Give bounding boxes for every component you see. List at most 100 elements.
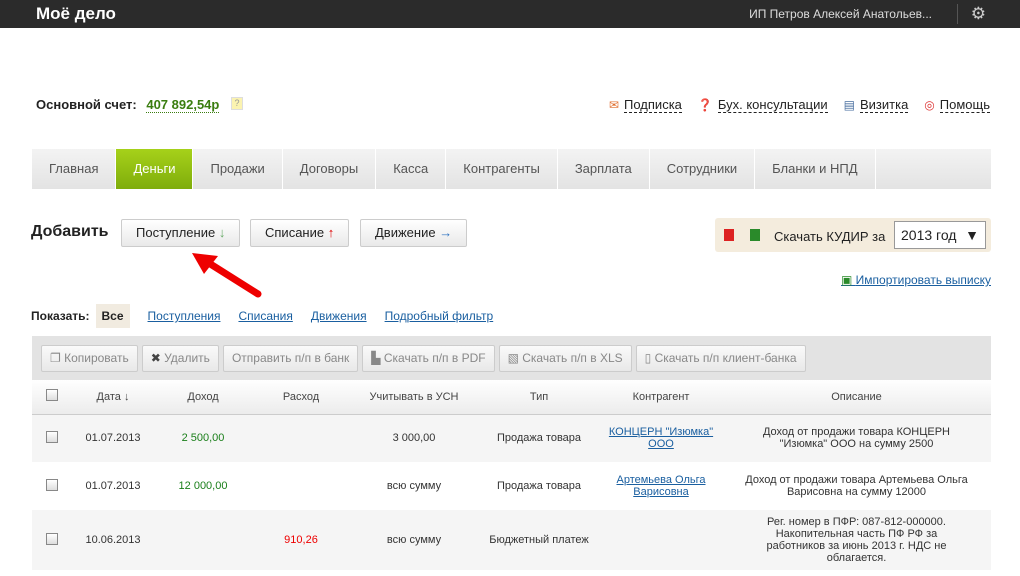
envelope-icon: ✉	[608, 98, 620, 112]
col-income[interactable]: Доход	[154, 380, 252, 415]
download-kudir-link[interactable]: Скачать КУДИР за	[774, 229, 885, 244]
top-bar: Моё дело ИП Петров Алексей Анатольев... …	[0, 0, 1020, 28]
filter-income[interactable]: Поступления	[148, 309, 221, 323]
year-select[interactable]: 2013 год ▼	[894, 221, 986, 249]
send-to-bank-button[interactable]: Отправить п/п в банк	[222, 345, 359, 372]
copy-button[interactable]: ❐ Копировать	[41, 345, 138, 372]
description: Доход от продажи товара КОНЦЕРН "Изюмка"…	[722, 414, 991, 462]
download-xls-button[interactable]: ▧ Скачать п/п в XLS	[498, 345, 632, 372]
import-statement-link[interactable]: ▣ Импортировать выписку	[841, 273, 991, 287]
col-usn[interactable]: Учитывать в УСН	[350, 380, 478, 415]
arrow-up-icon: ↑	[327, 225, 335, 240]
table-row[interactable]: 01.07.2013 12 000,00 всю сумму Продажа т…	[32, 462, 991, 510]
type: Продажа товара	[478, 414, 600, 462]
row-checkbox[interactable]	[32, 510, 72, 570]
download-client-bank-button[interactable]: ▯ Скачать п/п клиент-банка	[635, 345, 806, 372]
button-label: Поступление	[136, 225, 216, 240]
button-label: Скачать п/п в PDF	[383, 351, 486, 365]
contractor-link[interactable]: Артемьева Ольга Варисовна	[616, 474, 705, 498]
col-contractor[interactable]: Контрагент	[600, 380, 722, 415]
link-label[interactable]: Визитка	[859, 97, 909, 113]
help-icon[interactable]: ?	[230, 97, 243, 110]
lifebuoy-icon: ◎	[924, 98, 935, 112]
transactions-table: Дата ↓ Доход Расход Учитывать в УСН Тип …	[32, 380, 991, 570]
arrow-right-icon: →	[439, 225, 453, 240]
tab-sales[interactable]: Продажи	[193, 149, 283, 189]
main-nav: Главная Деньги Продажи Договоры Касса Ко…	[32, 149, 991, 189]
add-transfer-button[interactable]: Движение →	[360, 219, 468, 247]
gear-icon[interactable]: ⚙	[971, 4, 986, 24]
add-expense-button[interactable]: Списание ↑	[250, 219, 350, 247]
button-label: Удалить	[164, 351, 210, 365]
income: 12 000,00	[154, 462, 252, 510]
table-row[interactable]: 01.07.2013 2 500,00 3 000,00 Продажа тов…	[32, 414, 991, 462]
row-checkbox[interactable]	[32, 462, 72, 510]
filter-all[interactable]: Все	[95, 304, 130, 328]
user-name[interactable]: ИП Петров Алексей Анатольев...	[749, 7, 932, 21]
link-help[interactable]: ◎ Помощь	[924, 97, 990, 113]
button-label: Копировать	[64, 351, 129, 365]
tab-contracts[interactable]: Договоры	[283, 149, 377, 189]
kudir-panel: Скачать КУДИР за 2013 год ▼	[715, 218, 991, 252]
button-label: Движение	[375, 225, 436, 240]
col-description[interactable]: Описание	[722, 380, 991, 415]
filter-expense[interactable]: Списания	[238, 309, 292, 323]
usn: всю сумму	[350, 462, 478, 510]
tab-employees[interactable]: Сотрудники	[650, 149, 756, 189]
year-value: 2013 год	[901, 227, 957, 243]
logo[interactable]: Моё дело	[36, 4, 116, 24]
col-expense[interactable]: Расход	[252, 380, 350, 415]
col-date[interactable]: Дата ↓	[72, 380, 154, 415]
usn: 3 000,00	[350, 414, 478, 462]
delete-icon: ✖	[150, 351, 165, 365]
account-label: Основной счет:	[36, 97, 137, 112]
select-all-checkbox[interactable]	[32, 380, 72, 415]
question-icon: ❓	[697, 98, 713, 112]
tab-cash[interactable]: Касса	[376, 149, 447, 189]
type: Бюджетный платеж	[478, 510, 600, 570]
table-header: Дата ↓ Доход Расход Учитывать в УСН Тип …	[32, 380, 991, 415]
button-label: Скачать п/п в XLS	[522, 351, 623, 365]
link-subscription[interactable]: ✉ Подписка	[608, 97, 682, 113]
download-pdf-button[interactable]: ▙ Скачать п/п в PDF	[362, 345, 495, 372]
card-icon: ▤	[843, 98, 855, 112]
tab-main[interactable]: Главная	[32, 149, 117, 189]
filter-bar: Показать: Все Поступления Списания Движе…	[31, 304, 493, 328]
tab-forms[interactable]: Бланки и НПД	[755, 149, 876, 189]
copy-icon: ❐	[50, 351, 65, 365]
date: 01.07.2013	[72, 462, 154, 510]
filter-transfers[interactable]: Движения	[311, 309, 367, 323]
button-label: Скачать п/п клиент-банка	[654, 351, 797, 365]
link-consult[interactable]: ❓ Бух. консультации	[697, 97, 828, 113]
row-checkbox[interactable]	[32, 414, 72, 462]
income: 2 500,00	[154, 414, 252, 462]
button-label: Списание	[265, 225, 325, 240]
col-type[interactable]: Тип	[478, 380, 600, 415]
toolbar: ❐ Копировать ✖ Удалить Отправить п/п в б…	[32, 336, 991, 380]
type: Продажа товара	[478, 462, 600, 510]
link-label[interactable]: Подписка	[624, 97, 682, 113]
account-value[interactable]: 407 892,54р	[146, 97, 220, 113]
import-label: Импортировать выписку	[855, 273, 991, 287]
filter-advanced[interactable]: Подробный фильтр	[385, 309, 494, 323]
filter-label: Показать:	[31, 309, 90, 323]
add-income-button[interactable]: Поступление ↓	[121, 219, 241, 247]
link-label[interactable]: Помощь	[939, 97, 990, 113]
chevron-down-icon: ▼	[965, 227, 979, 243]
excel-icon[interactable]	[750, 229, 760, 241]
tab-salary[interactable]: Зарплата	[558, 149, 650, 189]
red-arrow-annotation	[192, 253, 262, 298]
delete-button[interactable]: ✖ Удалить	[141, 345, 219, 372]
pdf-icon: ▙	[371, 351, 384, 365]
pdf-icon[interactable]	[724, 229, 734, 241]
tab-money[interactable]: Деньги	[116, 149, 194, 189]
contractor-link[interactable]: КОНЦЕРН "Изюмка" ООО	[609, 426, 713, 450]
link-card[interactable]: ▤ Визитка	[843, 97, 909, 113]
date: 10.06.2013	[72, 510, 154, 570]
link-label[interactable]: Бух. консультации	[717, 97, 828, 113]
xls-icon: ▧	[507, 351, 523, 365]
import-icon: ▣	[841, 273, 856, 287]
tab-contractors[interactable]: Контрагенты	[446, 149, 558, 189]
table-row[interactable]: 10.06.2013 910,26 всю сумму Бюджетный пл…	[32, 510, 991, 570]
add-label: Добавить	[31, 223, 109, 240]
